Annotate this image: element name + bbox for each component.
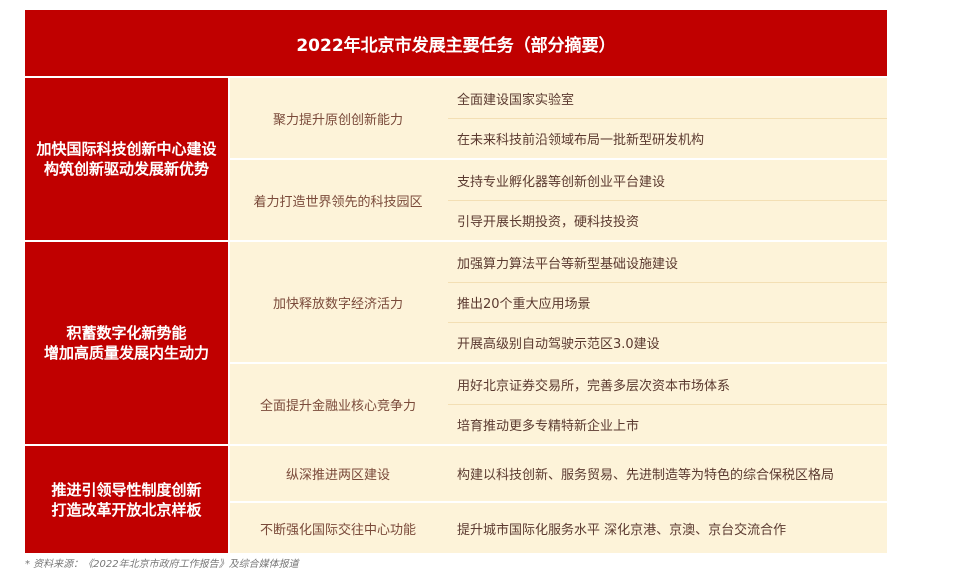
task-item: 用好北京证券交易所，完善多层次资本市场体系 [448, 364, 887, 404]
subsection: 不断强化国际交往中心功能 提升城市国际化服务水平 深化京港、京澳、京台交流合作 [230, 503, 887, 553]
task-item: 开展高级别自动驾驶示范区3.0建设 [448, 322, 887, 362]
section-label-line: 构筑创新驱动发展新优势 [43, 160, 209, 178]
task-item: 推出20个重大应用场景 [448, 282, 887, 322]
section-label-line: 增加高质量发展内生动力 [43, 344, 209, 362]
subsection-label: 加快释放数字经济活力 [230, 242, 446, 362]
section-label: 加快国际科技创新中心建设 构筑创新驱动发展新优势 [25, 78, 228, 240]
task-item: 在未来科技前沿领域布局一批新型研发机构 [448, 118, 887, 158]
section-reform: 推进引领导性制度创新 打造改革开放北京样板 纵深推进两区建设 构建以科技创新、服… [25, 446, 887, 553]
source-note: * 资料来源：《2022年北京市政府工作报告》及综合媒体报道 [25, 559, 299, 570]
section-digital: 积蓄数字化新势能 增加高质量发展内生动力 加快释放数字经济活力 加强算力算法平台… [25, 242, 887, 444]
section-label-line: 打造改革开放北京样板 [51, 500, 202, 519]
task-item: 引导开展长期投资，硬科技投资 [448, 200, 887, 240]
section-label-line: 积蓄数字化新势能 [66, 324, 187, 342]
section-label: 推进引领导性制度创新 打造改革开放北京样板 [25, 446, 228, 553]
task-item: 全面建设国家实验室 [448, 78, 887, 118]
task-item: 加强算力算法平台等新型基础设施建设 [448, 242, 887, 282]
table-title: 2022年北京市发展主要任务（部分摘要） [25, 10, 887, 76]
section-label: 积蓄数字化新势能 增加高质量发展内生动力 [25, 242, 228, 444]
task-item: 构建以科技创新、服务贸易、先进制造等为特色的综合保税区格局 [448, 446, 887, 501]
section-innovation: 加快国际科技创新中心建设 构筑创新驱动发展新优势 聚力提升原创创新能力 全面建设… [25, 78, 887, 240]
task-item: 提升城市国际化服务水平 深化京港、京澳、京台交流合作 [448, 503, 887, 553]
subsection: 全面提升金融业核心竞争力 用好北京证券交易所，完善多层次资本市场体系 培育推动更… [230, 364, 887, 444]
task-item: 培育推动更多专精特新企业上市 [448, 404, 887, 444]
subsection-label: 着力打造世界领先的科技园区 [230, 160, 446, 240]
section-label-line: 加快国际科技创新中心建设 [36, 140, 217, 158]
subsection: 纵深推进两区建设 构建以科技创新、服务贸易、先进制造等为特色的综合保税区格局 [230, 446, 887, 501]
section-label-line: 推进引领导性制度创新 [51, 480, 202, 499]
subsection-label: 聚力提升原创创新能力 [230, 78, 446, 158]
subsection-label: 不断强化国际交往中心功能 [230, 503, 446, 553]
subsection: 着力打造世界领先的科技园区 支持专业孵化器等创新创业平台建设 引导开展长期投资，… [230, 160, 887, 240]
subsection-label: 纵深推进两区建设 [230, 446, 446, 501]
tasks-table: 2022年北京市发展主要任务（部分摘要） 加快国际科技创新中心建设 构筑创新驱动… [25, 10, 887, 555]
subsection: 聚力提升原创创新能力 全面建设国家实验室 在未来科技前沿领域布局一批新型研发机构 [230, 78, 887, 158]
subsection: 加快释放数字经济活力 加强算力算法平台等新型基础设施建设 推出20个重大应用场景… [230, 242, 887, 362]
subsection-label: 全面提升金融业核心竞争力 [230, 364, 446, 444]
task-item: 支持专业孵化器等创新创业平台建设 [448, 160, 887, 200]
